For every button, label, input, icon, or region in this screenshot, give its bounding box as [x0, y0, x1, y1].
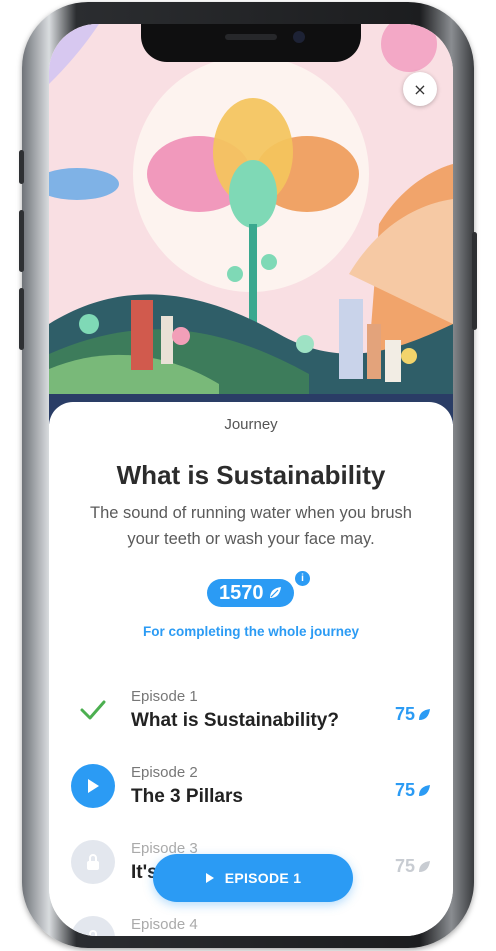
episode-title: The 3 Pillars: [131, 786, 243, 807]
episode-points-value: 75: [394, 780, 415, 800]
points-caption: For completing the whole journey: [142, 624, 359, 639]
episode-label: Episode 2: [131, 764, 198, 781]
episode-points-value: 75: [394, 704, 415, 724]
episode-item-2[interactable]: Episode 2 The 3 Pillars 75: [49, 760, 453, 836]
sustainability-illustration: [49, 24, 453, 424]
lock-icon: [71, 916, 115, 936]
episode-label: Episode 1: [131, 688, 198, 705]
episode-points-value: 75: [394, 856, 415, 876]
play-icon: [71, 764, 115, 808]
phone-mute-switch: [19, 150, 24, 184]
speaker: [225, 34, 277, 40]
episode-item-4[interactable]: Episode 4: [49, 912, 453, 936]
journey-subtitle: The sound of running water when you brus…: [90, 504, 412, 548]
journey-title: What is Sustainability: [116, 460, 386, 490]
play-icon: [205, 873, 214, 883]
hero-illustration: [49, 24, 453, 424]
episode-label: Episode 4: [131, 916, 198, 933]
episode-points: 75: [395, 856, 431, 877]
episode-item-1[interactable]: Episode 1 What is Sustainability? 75: [49, 684, 453, 760]
phone-volume-down: [19, 288, 24, 350]
info-icon[interactable]: i: [293, 569, 312, 588]
start-episode-button[interactable]: EPISODE 1: [153, 854, 353, 902]
phone-power-button: [472, 232, 477, 330]
close-icon: ×: [413, 79, 427, 99]
notch: [141, 24, 361, 62]
app-screen: × Journey What is Sustainability The sou…: [49, 24, 453, 936]
leaf-icon: [419, 784, 430, 796]
journey-eyebrow: Journey: [224, 416, 278, 433]
episode-points: 75: [395, 780, 431, 801]
start-episode-label: EPISODE 1: [224, 870, 302, 886]
journey-points-value: 1570: [219, 581, 264, 604]
phone-volume-up: [19, 210, 24, 272]
leaf-icon: [269, 587, 281, 598]
episode-points: 75: [395, 704, 431, 725]
leaf-icon: [419, 860, 430, 872]
journey-points-badge: 1570: [207, 579, 294, 607]
check-icon: [71, 688, 115, 732]
camera: [293, 31, 305, 43]
leaf-icon: [419, 708, 430, 720]
close-button[interactable]: ×: [403, 72, 437, 106]
episode-title: What is Sustainability?: [131, 710, 339, 731]
lock-icon: [71, 840, 115, 884]
